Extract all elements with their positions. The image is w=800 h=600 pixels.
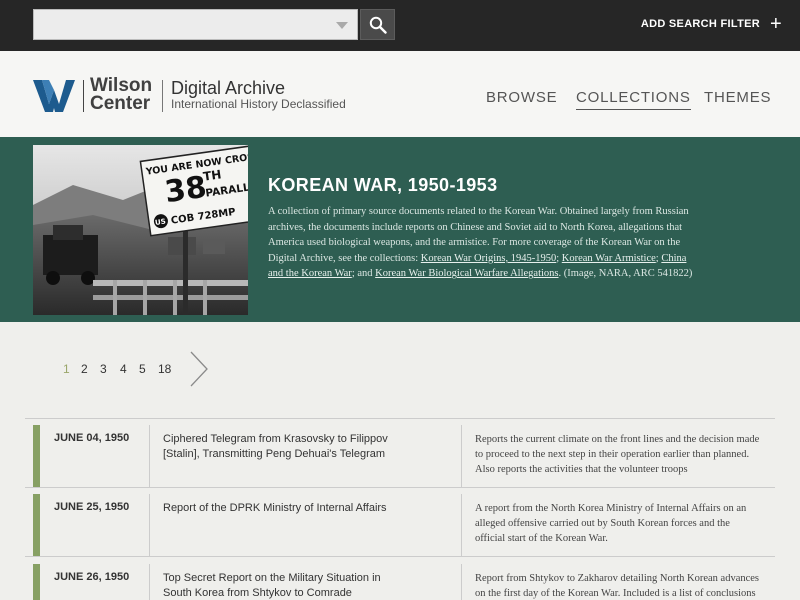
add-search-filter-button[interactable]: ADD SEARCH FILTER + xyxy=(640,14,782,34)
site-subtitle: International History Declassified xyxy=(171,97,346,111)
page-link-3[interactable]: 3 xyxy=(100,362,107,376)
row-divider xyxy=(25,418,775,419)
link-korean-war-origins[interactable]: Korean War Origins, 1945-1950 xyxy=(421,253,556,264)
link-korean-war-armistice[interactable]: Korean War Armistice xyxy=(562,253,656,264)
table-row[interactable]: JUNE 26, 1950 Top Secret Report on the M… xyxy=(25,564,775,600)
title-divider xyxy=(162,80,163,112)
table-row[interactable]: JUNE 25, 1950 Report of the DPRK Ministr… xyxy=(25,494,775,557)
wilson-center-logo-icon[interactable] xyxy=(33,78,75,114)
collection-description: A collection of primary source documents… xyxy=(268,204,693,282)
logo-wordmark[interactable]: Wilson Center xyxy=(90,76,152,114)
column-divider xyxy=(461,494,462,557)
row-divider xyxy=(25,556,775,557)
document-date: JUNE 25, 1950 xyxy=(54,501,130,513)
logo-divider xyxy=(83,80,84,112)
search-icon xyxy=(369,16,387,34)
document-title[interactable]: Report of the DPRK Ministry of Internal … xyxy=(163,501,398,516)
sign-text-line2-suffix: TH xyxy=(202,167,222,183)
search-button[interactable] xyxy=(360,9,395,40)
page-link-4[interactable]: 4 xyxy=(120,362,127,376)
link-biological-warfare-allegations[interactable]: Korean War Biological Warfare Allegation… xyxy=(375,268,558,279)
description-outro: . (Image, NARA, ARC 541822) xyxy=(558,268,693,280)
add-search-filter-label: ADD SEARCH FILTER xyxy=(640,18,760,30)
chevron-right-icon[interactable] xyxy=(189,350,209,388)
page-link-2[interactable]: 2 xyxy=(81,362,88,376)
document-date: JUNE 04, 1950 xyxy=(54,432,130,444)
row-accent-bar xyxy=(33,494,40,557)
dropdown-caret-icon[interactable] xyxy=(336,22,348,29)
document-summary: A report from the North Korea Ministry o… xyxy=(475,503,747,544)
row-divider xyxy=(25,487,775,488)
collection-title: KOREAN WAR, 1950-1953 xyxy=(268,175,498,195)
document-summary: Reports the current climate on the front… xyxy=(475,434,760,475)
document-title[interactable]: Ciphered Telegram from Krasovsky to Fili… xyxy=(163,432,398,462)
row-accent-bar xyxy=(33,564,40,600)
document-date: JUNE 26, 1950 xyxy=(54,571,130,583)
site-title[interactable]: Digital Archive xyxy=(171,78,285,99)
nav-themes[interactable]: THEMES xyxy=(704,89,771,106)
site-header: Wilson Center Digital Archive Internatio… xyxy=(0,51,800,137)
parallel-sign-photo: YOU ARE NOW CROSSING 38 TH PARALLEL US C… xyxy=(33,145,248,315)
search-input[interactable] xyxy=(34,10,357,39)
row-accent-bar xyxy=(33,425,40,488)
collection-hero: YOU ARE NOW CROSSING 38 TH PARALLEL US C… xyxy=(0,137,800,322)
collection-photo: YOU ARE NOW CROSSING 38 TH PARALLEL US C… xyxy=(33,145,248,315)
description-separator: ; and xyxy=(351,268,376,280)
column-divider xyxy=(149,564,150,600)
nav-browse[interactable]: BROWSE xyxy=(486,89,557,106)
column-divider xyxy=(461,425,462,488)
plus-icon: + xyxy=(770,13,782,35)
table-row[interactable]: JUNE 04, 1950 Ciphered Telegram from Kra… xyxy=(25,425,775,488)
column-divider xyxy=(149,494,150,557)
column-divider xyxy=(149,425,150,488)
search-box[interactable] xyxy=(33,9,358,40)
sign-text-line2: 38 xyxy=(163,170,209,210)
logo-wordmark-line2: Center xyxy=(90,93,151,114)
page-link-5[interactable]: 5 xyxy=(139,362,146,376)
document-title[interactable]: Top Secret Report on the Military Situat… xyxy=(163,571,398,600)
page-link-18[interactable]: 18 xyxy=(158,362,171,376)
nav-collections[interactable]: COLLECTIONS xyxy=(576,89,691,110)
document-summary: Report from Shtykov to Zakharov detailin… xyxy=(475,573,760,599)
column-divider xyxy=(461,564,462,600)
sign-badge-text: US xyxy=(155,218,167,227)
page-link-1[interactable]: 1 xyxy=(63,362,70,376)
top-search-bar: ADD SEARCH FILTER + xyxy=(0,0,800,51)
